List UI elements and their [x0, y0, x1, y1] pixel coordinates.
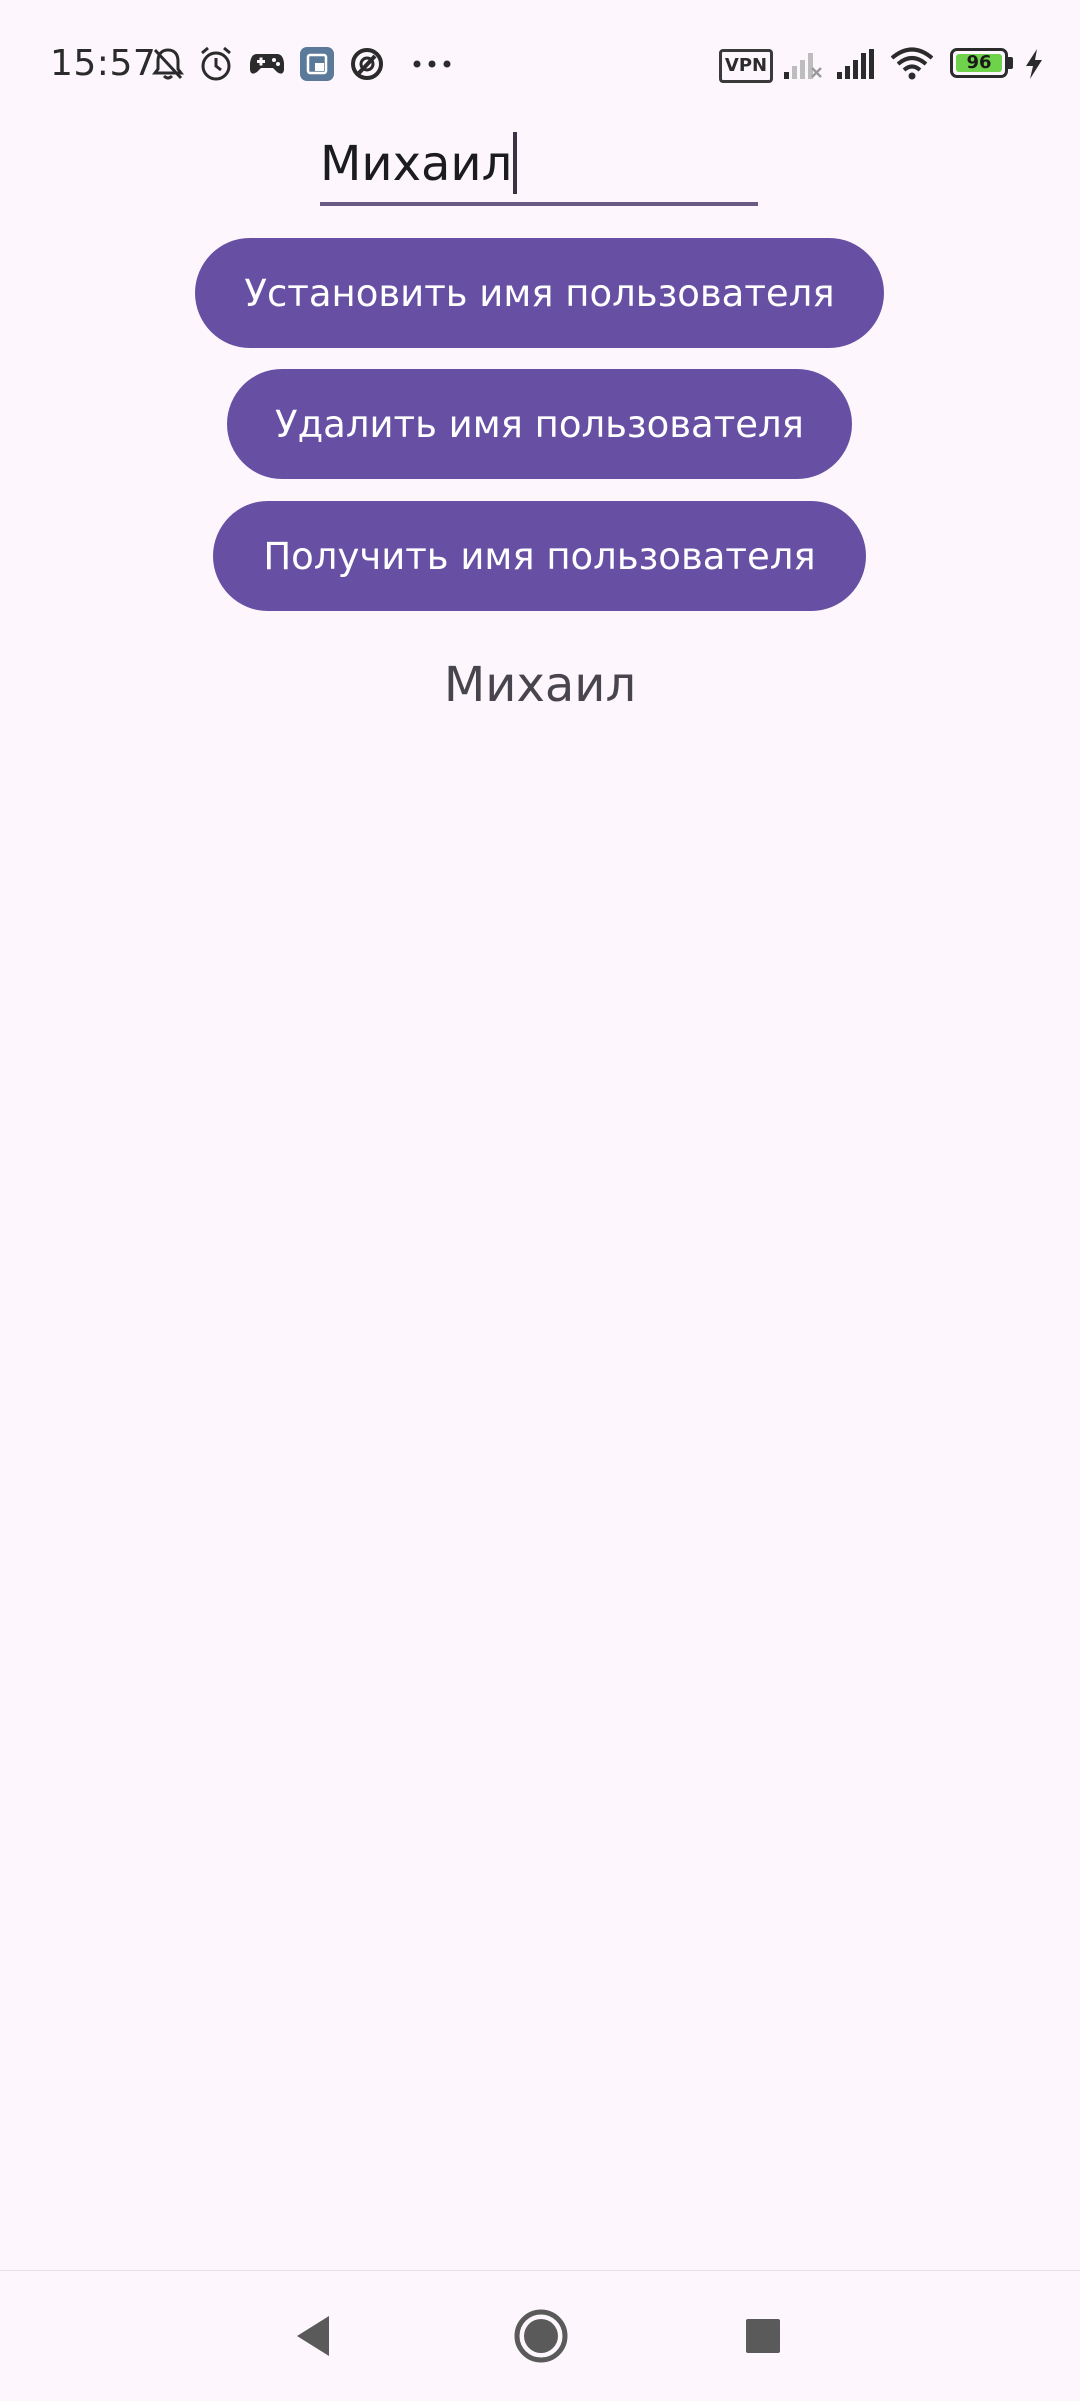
bell-off-icon [148, 42, 188, 86]
battery-tip [1008, 57, 1013, 69]
set-username-button[interactable]: Установить имя пользователя [195, 238, 884, 348]
status-time: 15:57 [50, 43, 157, 84]
app-notification-icon [298, 42, 336, 86]
battery-level: 96 [966, 52, 992, 73]
delete-username-button[interactable]: Удалить имя пользователя [227, 369, 852, 479]
signal-2-icon [833, 42, 877, 86]
more-dots-icon [410, 42, 454, 86]
status-bar: 15:57 VPN 96 [0, 0, 1080, 128]
wifi-icon [888, 42, 936, 86]
username-input[interactable]: Михаил [320, 128, 758, 206]
username-result-text: Михаил [443, 657, 637, 713]
home-icon[interactable] [506, 2301, 576, 2371]
alarm-icon [196, 42, 236, 86]
recents-icon[interactable] [728, 2301, 798, 2371]
back-icon[interactable] [278, 2301, 348, 2371]
navigation-bar [0, 2270, 1080, 2401]
data-saver-icon [347, 42, 387, 86]
text-cursor [513, 132, 518, 194]
charging-bolt-icon [1022, 42, 1046, 86]
get-username-button[interactable]: Получить имя пользователя [213, 501, 866, 611]
vpn-icon: VPN [719, 49, 773, 83]
battery-icon: 96 [950, 48, 1008, 78]
signal-1-icon [780, 42, 824, 86]
gamepad-icon [247, 42, 287, 86]
username-input-value: Михаил [320, 136, 513, 192]
